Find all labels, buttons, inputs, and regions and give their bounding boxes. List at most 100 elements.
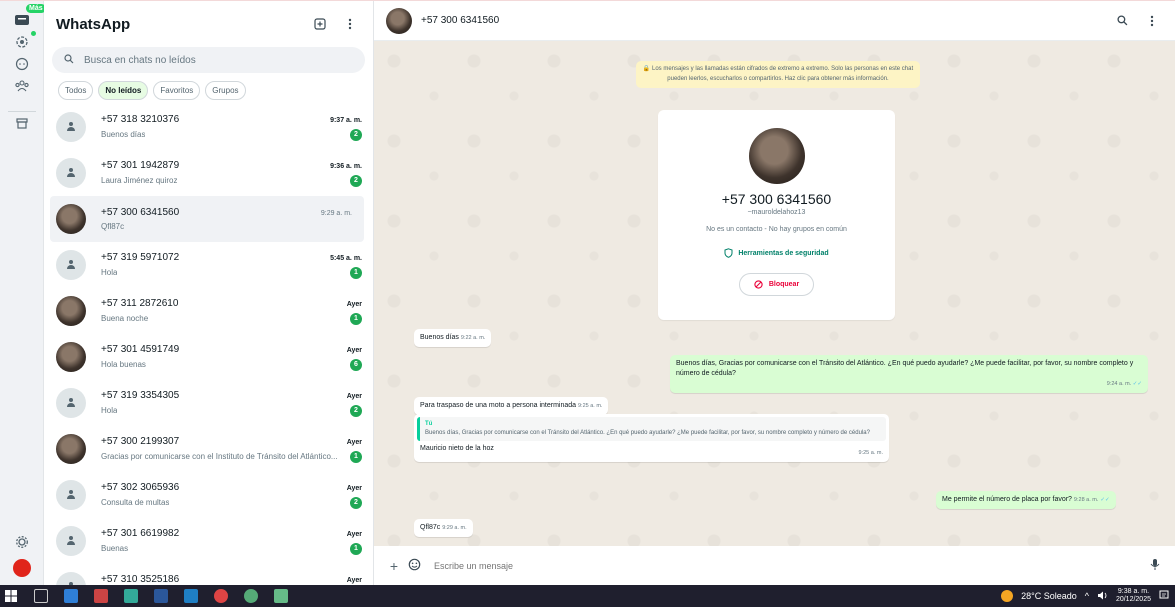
message-incoming[interactable]: Qfl87c 9:29 a. m. — [414, 519, 473, 537]
attach-plus-icon[interactable]: + — [384, 558, 404, 574]
reply-body: Mauricio nieto de la hoz 9:25 a. m. — [417, 441, 886, 458]
chat-list-item[interactable]: +57 319 3354305 Ayer Hola 2 — [44, 380, 373, 426]
message-text: Buenos días, Gracias por comunicarse con… — [676, 360, 1134, 377]
chat-preview: Buena noche — [101, 314, 149, 323]
chat-search-icon[interactable] — [1111, 10, 1133, 32]
message-text: Buenos días — [420, 334, 459, 341]
contact-avatar — [56, 250, 86, 280]
whatsapp-taskbar-icon[interactable] — [244, 589, 258, 603]
chat-list-item[interactable]: +57 310 3525186AyerPara mandar algo ien … — [44, 564, 373, 586]
task-view-icon[interactable] — [34, 589, 48, 603]
new-chat-icon[interactable] — [309, 13, 331, 35]
chat-list-item-body: +57 302 3065936 Ayer Consulta de multas 2 — [101, 482, 362, 509]
filter-grupos[interactable]: Grupos — [205, 81, 246, 100]
chat-preview: Buenas — [101, 544, 129, 553]
default-person-icon — [66, 122, 76, 132]
chat-name: +57 301 6619982 — [101, 527, 180, 539]
chat-name: +57 300 6341560 — [101, 207, 180, 218]
notifications-icon[interactable] — [1159, 590, 1169, 602]
security-tools-link[interactable]: Herramientas de seguridad — [658, 248, 895, 258]
default-person-icon — [66, 398, 76, 408]
taskbar-app-icon[interactable] — [184, 589, 198, 603]
message-outgoing[interactable]: Buenos días, Gracias por comunicarse con… — [670, 355, 1148, 393]
emoji-icon[interactable] — [404, 558, 424, 574]
contact-avatar — [56, 480, 86, 510]
os-taskbar: 28°C Soleado ^ 9:38 a. m. 20/12/2025 — [0, 585, 1175, 607]
block-icon — [754, 280, 763, 289]
taskbar-app-icon[interactable] — [94, 589, 108, 603]
message-incoming[interactable]: Para traspaso de una moto a persona inte… — [414, 397, 609, 415]
windows-start-icon[interactable] — [4, 589, 18, 603]
filter-no-leidos[interactable]: No leídos — [98, 81, 149, 100]
chat-row-bottom: Qfl87c — [101, 222, 352, 231]
message-outgoing[interactable]: Me permite el número de placa por favor?… — [936, 491, 1116, 509]
weather-text[interactable]: 28°C Soleado — [1021, 591, 1077, 601]
profile-avatar-icon[interactable] — [8, 557, 36, 579]
volume-icon[interactable] — [1097, 591, 1108, 602]
filter-favoritos[interactable]: Favoritos — [153, 81, 201, 100]
channels-icon[interactable] — [8, 53, 36, 75]
chat-time: Ayer — [346, 392, 362, 400]
message-time: 9:22 a. m. — [460, 335, 486, 341]
chat-list-item[interactable]: +57 318 3210376 9:37 a. m. Buenos días 2 — [44, 104, 373, 150]
block-button[interactable]: Bloquear — [739, 273, 814, 296]
chat-list-item[interactable]: +57 301 1942879 9:36 a. m. Laura Jiménez q… — [44, 150, 373, 196]
composer: + — [374, 546, 1175, 586]
chat-list-item[interactable]: +57 302 3065936 Ayer Consulta de multas 2 — [44, 472, 373, 518]
chat-list-panel: WhatsApp Busca en chats no leídos Todos … — [44, 1, 374, 586]
weather-icon[interactable] — [1001, 590, 1014, 602]
chat-menu-icon[interactable] — [1141, 10, 1163, 32]
chat-list-item[interactable]: +57 300 6341560 9:29 a. m. Qfl87c — [50, 196, 364, 242]
search-bar[interactable]: Busca en chats no leídos — [52, 47, 365, 73]
contact-avatar[interactable] — [748, 128, 805, 184]
chat-header[interactable]: +57 300 6341560 — [374, 1, 1175, 41]
message-input[interactable] — [434, 561, 1145, 571]
chat-time: Ayer — [346, 300, 362, 308]
chat-list-item[interactable]: +57 311 2872610 Ayer Buena noche 1 — [44, 288, 373, 334]
archive-icon[interactable] — [8, 111, 36, 133]
chat-row-bottom: Hola 1 — [101, 266, 362, 279]
communities-icon[interactable] — [8, 75, 36, 97]
contact-username: ~mauroldelahoz13 — [747, 209, 806, 216]
settings-icon[interactable] — [8, 531, 36, 553]
filter-todos[interactable]: Todos — [58, 81, 94, 100]
chat-row-bottom: Buenas 1 — [101, 542, 362, 555]
chat-time: 9:36 a. m. — [330, 162, 362, 170]
chat-list-item[interactable]: +57 300 2199307 Ayer Gracias por comunicar… — [44, 426, 373, 472]
chat-name: +57 319 3354305 — [101, 389, 180, 401]
calculator-icon[interactable] — [274, 589, 288, 603]
message-reply[interactable]: Tú Buenos días, Gracias por comunicarse … — [414, 414, 889, 462]
chat-title[interactable]: +57 300 6341560 — [421, 15, 1103, 26]
chat-list-item[interactable]: +57 301 6619982 Ayer Buenas 1 — [44, 518, 373, 564]
chat-list-item[interactable]: +57 301 4591749 Ayer Hola buenas 6 — [44, 334, 373, 380]
chat-row-top: +57 300 2199307 Ayer — [101, 436, 362, 447]
encryption-notice[interactable]: 🔒 Los mensajes y las llamadas están cifr… — [636, 61, 920, 88]
menu-icon[interactable] — [339, 13, 361, 35]
chat-preview: Hola — [101, 406, 118, 415]
message-incoming[interactable]: Buenos días 9:22 a. m. — [414, 329, 492, 347]
contact-avatar — [56, 526, 86, 556]
tray-chevron-icon[interactable]: ^ — [1085, 591, 1089, 601]
taskbar-app-icon[interactable] — [124, 589, 138, 603]
unread-badge: 2 — [350, 174, 362, 187]
message-text: Qfl87c — [420, 524, 441, 531]
word-icon[interactable] — [154, 589, 168, 603]
default-person-icon — [66, 536, 76, 546]
microphone-icon[interactable] — [1145, 558, 1165, 574]
clock[interactable]: 9:38 a. m. 20/12/2025 — [1116, 588, 1151, 604]
message-time: 9:25 a. m. — [858, 450, 883, 456]
chat-list-item-body: +57 319 5971072 5:45 a. m. Hola 1 — [101, 252, 362, 279]
chrome-icon[interactable] — [214, 589, 228, 603]
contact-phone: +57 300 6341560 — [721, 191, 832, 207]
chat-name: +57 318 3210376 — [101, 113, 180, 125]
chat-name: +57 310 3525186 — [101, 573, 180, 585]
chat-row-top: +57 301 1942879 9:36 a. m. — [101, 160, 362, 171]
contact-avatar — [56, 158, 86, 188]
quoted-message[interactable]: Tú Buenos días, Gracias por comunicarse … — [417, 417, 886, 441]
chat-list-item[interactable]: +57 319 5971072 5:45 a. m. Hola 1 — [44, 242, 373, 288]
block-label: Bloquear — [768, 281, 800, 288]
taskbar-app-icon[interactable] — [64, 589, 78, 603]
chat-avatar[interactable] — [386, 7, 412, 34]
nav-rail: Más — [0, 1, 46, 586]
chat-row-bottom: Buena noche 1 — [101, 312, 362, 325]
